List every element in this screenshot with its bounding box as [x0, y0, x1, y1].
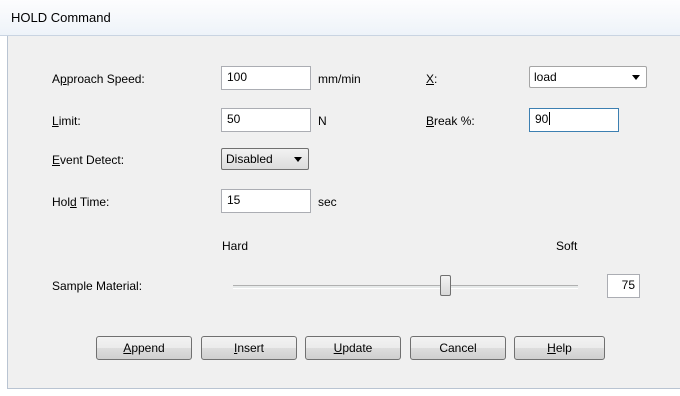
x-select-value: load [534, 70, 557, 84]
hold-time-label: Hold Time: [52, 195, 110, 209]
x-label: X: [426, 72, 438, 86]
slider-max-label: Soft [556, 239, 578, 253]
chevron-down-icon [294, 157, 302, 162]
x-select[interactable]: load [529, 66, 647, 88]
slider-thumb[interactable] [440, 275, 451, 296]
text-caret [549, 112, 551, 125]
approach-speed-unit: mm/min [318, 72, 361, 86]
insert-button[interactable]: Insert [201, 336, 297, 360]
event-detect-value: Disabled [226, 152, 273, 166]
slider-min-label: Hard [222, 239, 249, 253]
slider-track[interactable] [233, 285, 578, 289]
dialog-body: Approach Speed: 100 mm/min X: load Limit… [7, 36, 680, 389]
limit-input[interactable]: 50 [221, 108, 311, 132]
sample-material-label: Sample Material: [52, 279, 143, 293]
approach-speed-label: Approach Speed: [52, 72, 145, 86]
update-button[interactable]: Update [305, 336, 401, 360]
help-button[interactable]: Help [514, 336, 605, 360]
cancel-button[interactable]: Cancel [410, 336, 506, 360]
break-pct-value: 90 [535, 112, 549, 126]
break-pct-input[interactable]: 90 [529, 108, 619, 132]
hold-time-unit: sec [318, 195, 337, 209]
event-detect-select[interactable]: Disabled [221, 148, 309, 170]
approach-speed-input[interactable]: 100 [221, 66, 311, 90]
window-title: HOLD Command [11, 10, 111, 25]
hold-time-input[interactable]: 15 [221, 189, 311, 213]
append-button[interactable]: Append [96, 336, 192, 360]
title-bar: HOLD Command [0, 0, 680, 36]
limit-unit: N [318, 114, 327, 128]
event-detect-label: Event Detect: [52, 153, 125, 167]
break-pct-label: Break %: [426, 114, 475, 128]
chevron-down-icon [632, 75, 640, 80]
limit-label: Limit: [52, 114, 81, 128]
sample-material-value: 75 [607, 274, 640, 298]
